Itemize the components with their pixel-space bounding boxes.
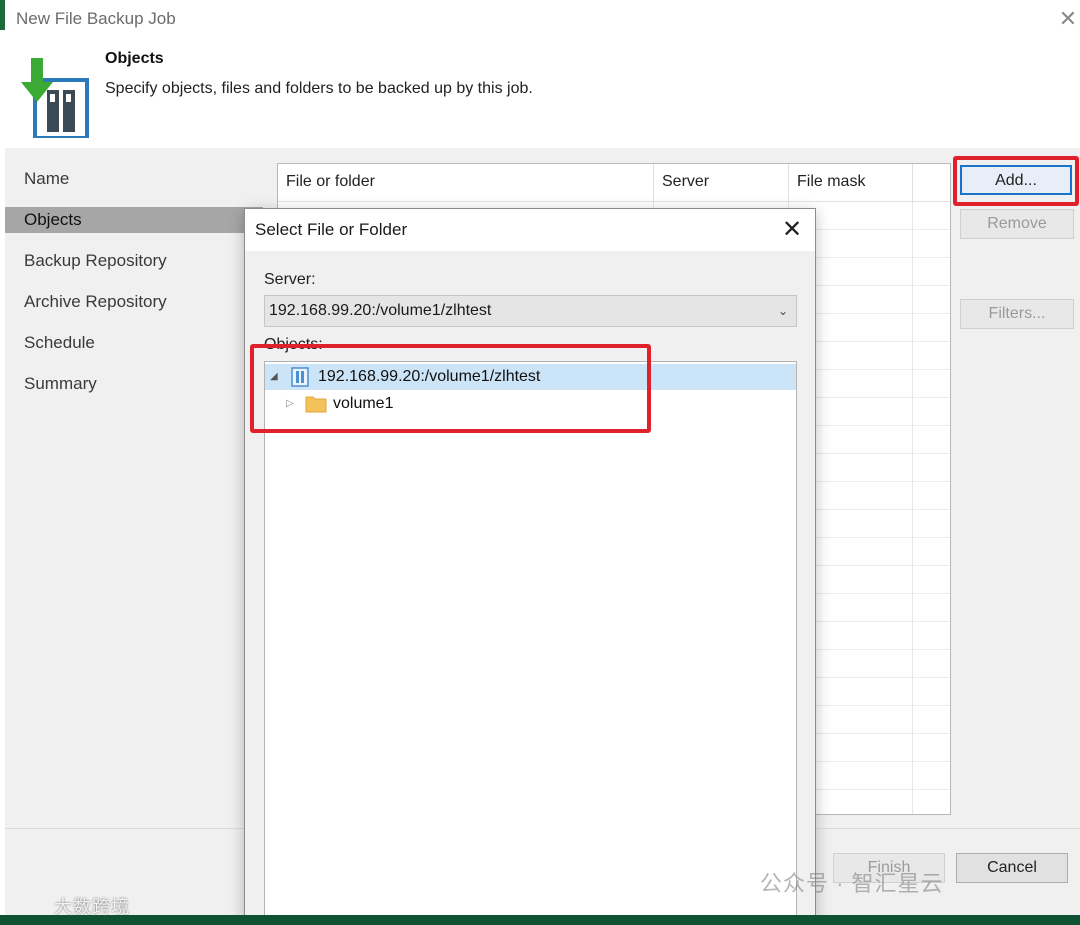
backup-job-icon bbox=[21, 58, 89, 138]
step-summary[interactable]: Summary bbox=[5, 371, 263, 397]
select-file-or-folder-dialog: Select File or Folder ✕ Server: 192.168.… bbox=[244, 208, 816, 925]
dialog-title: Select File or Folder bbox=[255, 220, 408, 239]
wizard-steps: Name Objects Backup Repository Archive R… bbox=[5, 148, 263, 828]
server-select[interactable]: 192.168.99.20:/volume1/zlhtest ⌄ bbox=[264, 295, 797, 327]
server-icon bbox=[291, 367, 309, 387]
wizard-header: Objects Specify objects, files and folde… bbox=[5, 38, 1080, 148]
tree-item-label: volume1 bbox=[333, 395, 394, 412]
background-taskbar-edge bbox=[0, 915, 1080, 925]
objects-label: Objects: bbox=[264, 336, 323, 353]
add-button[interactable]: Add... bbox=[960, 165, 1072, 195]
page-title: Objects bbox=[105, 50, 164, 67]
step-archive-repository[interactable]: Archive Repository bbox=[5, 289, 263, 315]
step-name[interactable]: Name bbox=[5, 166, 263, 192]
expand-triangle-icon[interactable]: ▷ bbox=[286, 391, 294, 417]
remove-button[interactable]: Remove bbox=[960, 209, 1074, 239]
step-objects[interactable]: Objects bbox=[5, 207, 263, 233]
window-close-icon[interactable]: ✕ bbox=[1055, 6, 1080, 32]
column-server[interactable]: Server bbox=[654, 164, 789, 202]
page-description: Specify objects, files and folders to be… bbox=[105, 80, 533, 97]
window-title-bar: New File Backup Job ✕ bbox=[5, 0, 1080, 38]
step-schedule[interactable]: Schedule bbox=[5, 330, 263, 356]
watermark-left: 大数跨境 bbox=[54, 897, 130, 917]
chevron-down-icon: ⌄ bbox=[777, 304, 788, 318]
objects-tree[interactable]: ◢ 192.168.99.20:/volume1/zlhtest ▷ volum… bbox=[264, 361, 797, 925]
server-select-value: 192.168.99.20:/volume1/zlhtest bbox=[269, 302, 492, 319]
tree-item-server[interactable]: ◢ 192.168.99.20:/volume1/zlhtest bbox=[265, 364, 796, 390]
grid-header: File or folder Server File mask bbox=[278, 164, 950, 202]
tree-item-label: 192.168.99.20:/volume1/zlhtest bbox=[318, 368, 541, 385]
server-label: Server: bbox=[264, 271, 316, 288]
watermark-right: 公众号 · 智汇星云 bbox=[760, 871, 944, 896]
grid-divider bbox=[912, 164, 913, 814]
tree-item-volume1[interactable]: ▷ volume1 bbox=[265, 391, 796, 417]
dialog-title-bar: Select File or Folder ✕ bbox=[245, 209, 815, 251]
filters-button[interactable]: Filters... bbox=[960, 299, 1074, 329]
column-file-mask[interactable]: File mask bbox=[789, 164, 913, 202]
dialog-close-icon[interactable]: ✕ bbox=[777, 215, 807, 245]
folder-icon bbox=[305, 396, 327, 413]
column-file-or-folder[interactable]: File or folder bbox=[278, 164, 654, 202]
step-backup-repository[interactable]: Backup Repository bbox=[5, 248, 263, 274]
collapse-triangle-icon[interactable]: ◢ bbox=[270, 364, 278, 390]
cancel-button[interactable]: Cancel bbox=[956, 853, 1068, 883]
window-title: New File Backup Job bbox=[16, 9, 176, 28]
